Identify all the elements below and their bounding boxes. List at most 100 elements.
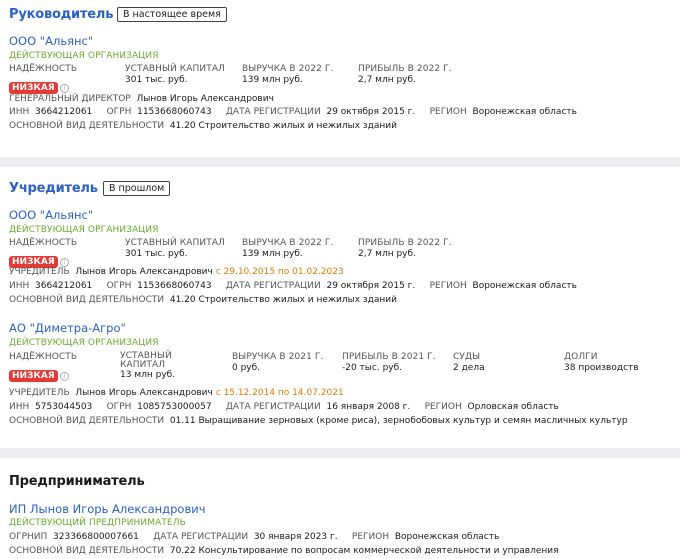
activity-label: ОСНОВНОЙ ВИД ДЕЯТЕЛЬНОСТИ [9,546,165,556]
activity-label: ОСНОВНОЙ ВИД ДЕЯТЕЛЬНОСТИ [9,295,165,305]
revenue-value: 139 млн руб. [242,249,303,259]
activity-label: ОСНОВНОЙ ВИД ДЕЯТЕЛЬНОСТИ [9,416,165,426]
activity-line: ОСНОВНОЙ ВИД ДЕЯТЕЛЬНОСТИ 41.20 Строител… [9,121,397,131]
reg-date-value: 29 октября 2015 г. [326,281,416,291]
founder-label: УЧРЕДИТЕЛЬ [9,267,70,277]
manager-card: Руководитель В настоящее время ООО "Алья… [0,0,680,157]
director-label: ГЕНЕРАЛЬНЫЙ ДИРЕКТОР [9,94,131,104]
ogrn-value: 1153668060743 [137,107,212,117]
ogrn-label: ОГРН [106,402,132,412]
debts-label: ДОЛГИ [564,352,598,362]
region-label: РЕГИОН [351,532,390,542]
section-title-entrepreneur: Предприниматель [9,474,145,489]
capital-value: 301 тыс. руб. [125,75,188,85]
inn-label: ИНН [9,281,30,291]
activity-line: ОСНОВНОЙ ВИД ДЕЯТЕЛЬНОСТИ 70.22 Консульт… [9,546,559,556]
founder-period: с 15.12.2014 по 14.07.2021 [215,388,344,398]
ogrn-value: 1085753000057 [137,402,212,412]
activity-line: ОСНОВНОЙ ВИД ДЕЯТЕЛЬНОСТИ 01.11 Выращива… [9,416,628,426]
inn-value: 3664212061 [35,107,93,117]
ogrnip-label: ОГРНИП [9,532,48,542]
capital-label: УСТАВНЫЙ КАПИТАЛ [120,351,172,370]
profit-label: ПРИБЫЛЬ В 2022 Г. [358,238,452,248]
reg-date-label: ДАТА РЕГИСТРАЦИИ [225,107,321,117]
activity-value: 41.20 Строительство жилых и нежилых здан… [169,295,398,305]
ids-line: ОГРНИП 323366800007661 ДАТА РЕГИСТРАЦИИ … [9,532,499,542]
courts-value[interactable]: 2 дела [453,363,485,373]
debts-value[interactable]: 38 производств [564,363,639,373]
region-label: РЕГИОН [424,402,462,412]
profit-label: ПРИБЫЛЬ В 2021 Г. [342,352,436,362]
inn-value: 3664212061 [35,281,93,291]
ids-line: ИНН 3664212061 ОГРН 1153668060743 ДАТА Р… [9,281,577,291]
ogrnip-value: 323366800007661 [53,532,139,542]
reliability-label: НАДЁЖНОСТЬ [9,64,78,74]
company-status: ДЕЙСТВУЮЩАЯ ОРГАНИЗАЦИЯ [9,225,159,235]
profit-value: 2,7 млн руб. [358,249,416,259]
director-value[interactable]: Лынов Игорь Александрович [136,94,273,104]
courts-label: СУДЫ [453,352,481,362]
company-status: ДЕЙСТВУЮЩАЯ ОРГАНИЗАЦИЯ [9,338,159,348]
founder-line: УЧРЕДИТЕЛЬ Лынов Игорь Александрович с 2… [9,267,344,277]
entrepreneur-card: Предприниматель ИП Лынов Игорь Александр… [0,458,680,559]
ogrn-label: ОГРН [106,107,132,117]
section-title-founder: Учредитель [9,181,98,196]
revenue-value: 139 млн руб. [242,75,303,85]
company-link[interactable]: ООО "Альянс" [9,34,93,48]
region-value: Орловская область [467,402,559,412]
ogrn-label: ОГРН [106,281,132,291]
founder-line: УЧРЕДИТЕЛЬ Лынов Игорь Александрович с 1… [9,388,344,398]
company-status: ДЕЙСТВУЮЩАЯ ОРГАНИЗАЦИЯ [9,51,159,61]
reliability-label: НАДЁЖНОСТЬ [9,238,78,248]
inn-label: ИНН [9,402,30,412]
region-value: Воронежская область [394,532,500,542]
revenue-value: 0 руб. [232,363,261,373]
reliability-label: НАДЁЖНОСТЬ [9,352,78,362]
entrepreneur-link[interactable]: ИП Лынов Игорь Александрович [9,502,206,516]
ids-line: ИНН 3664212061 ОГРН 1153668060743 ДАТА Р… [9,107,577,117]
reliability-low-badge: НИЗКАЯ [9,370,58,382]
period-badge-past: В прошлом [103,181,171,196]
activity-value: 41.20 Строительство жилых и нежилых здан… [169,121,398,131]
activity-line: ОСНОВНОЙ ВИД ДЕЯТЕЛЬНОСТИ 41.20 Строител… [9,295,397,305]
activity-value: 70.22 Консультирование по вопросам комме… [169,546,559,556]
capital-value: 13 млн руб. [120,370,176,380]
region-value: Воронежская область [472,281,577,291]
company-link[interactable]: АО "Диметра-Агро" [9,321,126,335]
period-badge-current: В настоящее время [117,7,227,22]
section-title-manager: Руководитель [9,7,114,22]
reliability-low-badge: НИЗКАЯ [9,82,58,94]
activity-value: 01.11 Выращивание зерновых (кроме риса),… [169,416,628,426]
info-icon[interactable]: i [59,372,69,381]
info-icon[interactable]: i [59,258,69,267]
region-label: РЕГИОН [429,281,467,291]
reg-date-value: 16 января 2008 г. [326,402,411,412]
entrepreneur-status: ДЕЙСТВУЮЩИЙ ПРЕДПРИНИМАТЕЛЬ [9,518,186,528]
reliability-value-wrap: НИЗКАЯ i [9,249,69,268]
info-icon[interactable]: i [59,84,69,93]
profit-value: 2,7 млн руб. [358,75,416,85]
activity-label: ОСНОВНОЙ ВИД ДЕЯТЕЛЬНОСТИ [9,121,165,131]
founder-value[interactable]: Лынов Игорь Александрович [75,267,212,277]
company-link[interactable]: ООО "Альянс" [9,208,93,222]
region-label: РЕГИОН [429,107,467,117]
ids-line: ИНН 5753044503 ОГРН 1085753000057 ДАТА Р… [9,402,559,412]
reg-date-label: ДАТА РЕГИСТРАЦИИ [153,532,249,542]
reg-date-label: ДАТА РЕГИСТРАЦИИ [225,281,321,291]
reg-date-value: 30 января 2023 г. [253,532,338,542]
founder-period: с 29.10.2015 по 01.02.2023 [215,267,344,277]
inn-value: 5753044503 [35,402,93,412]
reliability-value-wrap: НИЗКАЯ i [9,363,69,382]
revenue-label: ВЫРУЧКА В 2022 Г. [242,64,334,74]
founder-value[interactable]: Лынов Игорь Александрович [75,388,212,398]
capital-label: УСТАВНЫЙ КАПИТАЛ [125,64,225,74]
profit-value: -20 тыс. руб. [342,363,403,373]
capital-value: 301 тыс. руб. [125,249,188,259]
revenue-label: ВЫРУЧКА В 2021 Г. [232,352,324,362]
director-line: ГЕНЕРАЛЬНЫЙ ДИРЕКТОР Лынов Игорь Алексан… [9,94,274,104]
ogrn-value: 1153668060743 [137,281,212,291]
founder-card: Учредитель В прошлом ООО "Альянс" ДЕЙСТВ… [0,167,680,448]
capital-label: УСТАВНЫЙ КАПИТАЛ [125,238,225,248]
profit-label: ПРИБЫЛЬ В 2022 Г. [358,64,452,74]
founder-label: УЧРЕДИТЕЛЬ [9,388,70,398]
